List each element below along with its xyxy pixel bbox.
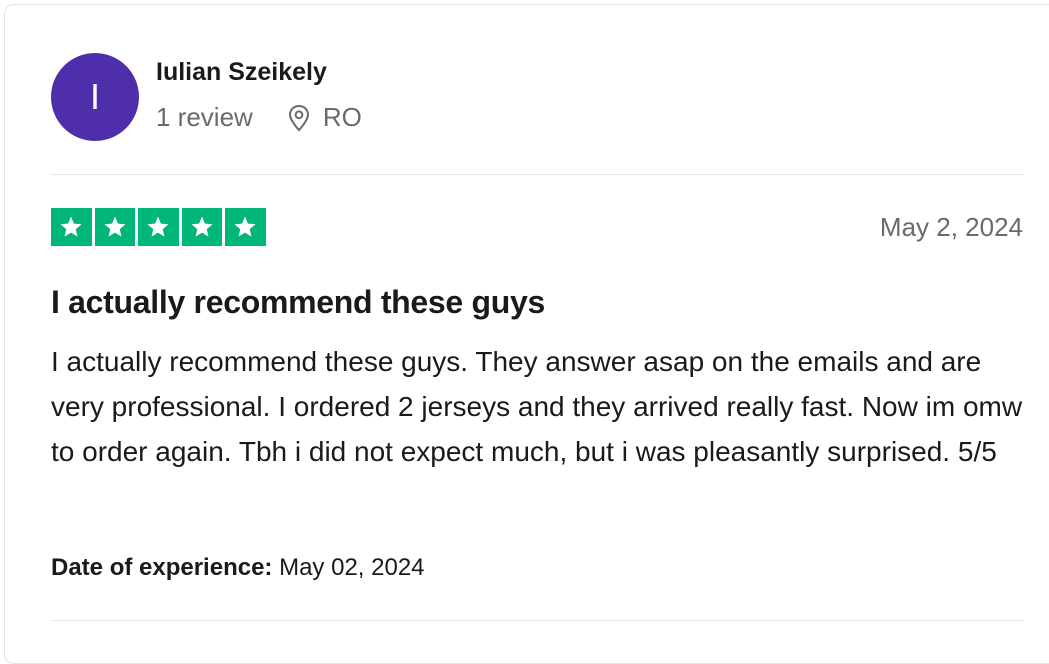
review-count: 1 review [156,102,253,132]
review-body: I actually recommend these guys. They an… [51,346,1023,467]
star-1 [51,208,92,246]
reviewer-meta: 1 review RO [156,102,362,133]
date-of-experience: Date of experience: May 02, 2024 [51,554,425,582]
star-icon [234,216,256,237]
reviewer-name[interactable]: Iulian Szeikely [156,58,327,87]
avatar-initial: I [89,76,100,117]
star-rating [51,208,266,246]
experience-label: Date of experience: [51,554,273,581]
experience-date: May 02, 2024 [279,554,425,581]
review-date: May 2, 2024 [879,212,1023,242]
star-icon [147,216,169,237]
star-5 [225,208,266,246]
star-2 [94,208,135,246]
star-icon [60,216,82,237]
avatar[interactable]: I [51,53,139,141]
star-icon [104,216,126,237]
location-code: RO [322,102,362,132]
reviewer-location: RO [287,102,362,133]
location-pin-icon [288,104,309,131]
star-icon [191,216,213,237]
star-4 [181,208,222,246]
header-divider [51,174,1023,175]
review-title[interactable]: I actually recommend these guys [51,284,545,321]
footer-divider [51,620,1023,621]
star-3 [138,208,179,246]
